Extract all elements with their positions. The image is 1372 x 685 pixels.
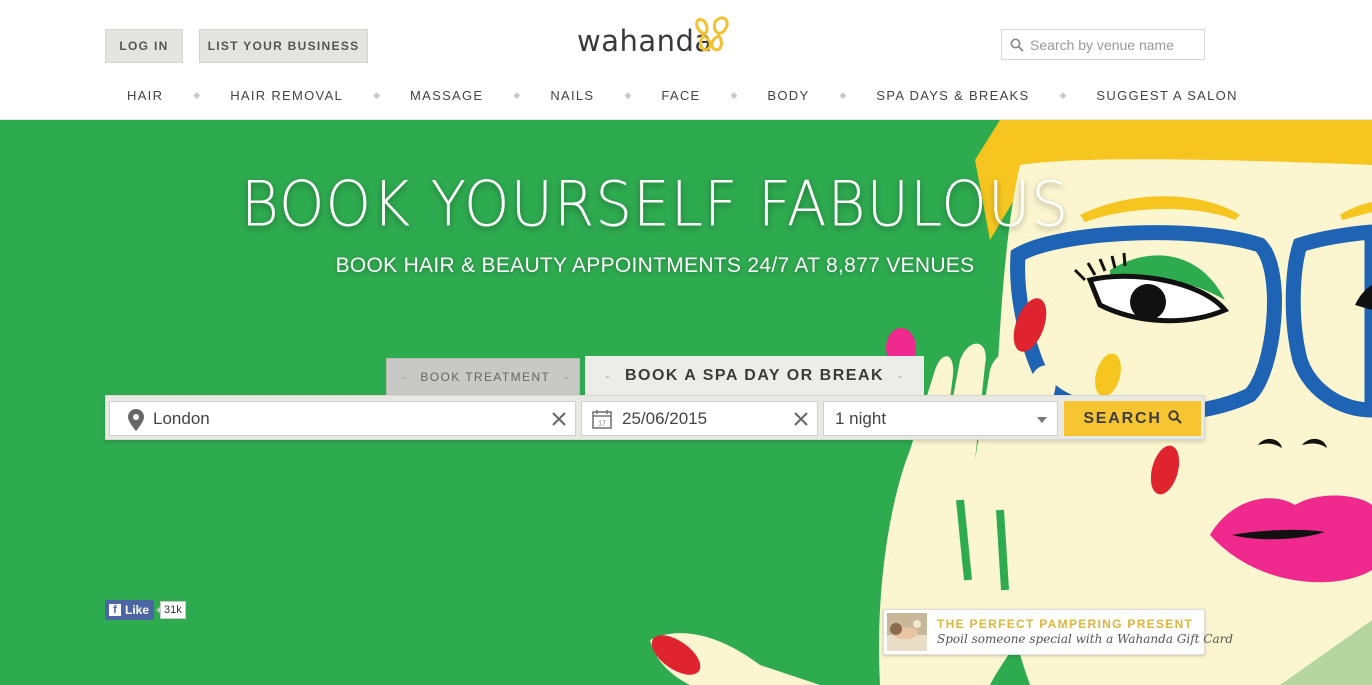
nav-separator: ◆ <box>1059 89 1067 100</box>
facebook-like-count: 31k <box>156 601 186 619</box>
search-icon <box>1010 38 1024 52</box>
spa-thumbnail-image <box>887 613 927 651</box>
nav-separator: ◆ <box>730 89 738 100</box>
nav-item-suggest-salon[interactable]: SUGGEST A SALON <box>1096 88 1237 103</box>
nav-item-spa-days-breaks[interactable]: SPA DAYS & BREAKS <box>876 88 1029 103</box>
gift-card-promo[interactable]: THE PERFECT PAMPERING PRESENT Spoil some… <box>883 609 1233 655</box>
main-nav: HAIR ◆ HAIR REMOVAL ◆ MASSAGE ◆ NAILS ◆ … <box>105 82 1236 108</box>
hero-headline: BOOK YOURSELF FABULOUS <box>240 167 1070 241</box>
nav-item-face[interactable]: FACE <box>661 88 700 103</box>
nav-item-body[interactable]: BODY <box>767 88 809 103</box>
nav-separator: ◆ <box>839 89 847 100</box>
tab-dash: - <box>401 370 407 384</box>
tab-dash: - <box>605 369 611 383</box>
close-icon[interactable] <box>794 412 808 426</box>
map-pin-icon <box>128 409 144 431</box>
tab-dash: - <box>564 370 570 384</box>
site-header: LOG IN LIST YOUR BUSINESS wahanda HAIR ◆… <box>0 0 1372 120</box>
calendar-icon: 17 <box>592 410 612 429</box>
facebook-like-label: Like <box>125 603 150 617</box>
search-button-label: SEARCH <box>1083 410 1162 427</box>
list-business-button[interactable]: LIST YOUR BUSINESS <box>199 29 368 63</box>
location-value: London <box>153 409 210 428</box>
close-icon[interactable] <box>552 412 566 426</box>
venue-search-input[interactable] <box>1030 30 1200 59</box>
facebook-like-button[interactable]: f Like <box>105 600 155 620</box>
hero-subheadline: BOOK HAIR & BEAUTY APPOINTMENTS 24/7 AT … <box>335 254 975 277</box>
location-field[interactable]: London <box>109 401 576 436</box>
nights-value: 1 night <box>835 409 887 428</box>
search-button[interactable]: SEARCH <box>1064 401 1201 436</box>
tab-label: BOOK A SPA DAY OR BREAK <box>624 367 885 384</box>
nav-separator: ◆ <box>513 89 521 100</box>
tab-book-treatment[interactable]: - BOOK TREATMENT - <box>386 358 580 396</box>
chevron-down-icon <box>1037 417 1047 423</box>
nav-item-nails[interactable]: NAILS <box>550 88 594 103</box>
facebook-like-widget: f Like 31k <box>105 600 186 620</box>
gift-card-title: THE PERFECT PAMPERING PRESENT <box>937 617 1194 631</box>
tab-book-spa-day[interactable]: - BOOK A SPA DAY OR BREAK - <box>585 356 924 396</box>
butterfly-logo-icon <box>695 16 729 52</box>
nights-select[interactable]: 1 night <box>823 401 1058 436</box>
facebook-icon: f <box>109 604 121 616</box>
hero-banner: BOOK YOURSELF FABULOUS BOOK HAIR & BEAUT… <box>0 120 1372 685</box>
nav-separator: ◆ <box>193 89 201 100</box>
nav-separator: ◆ <box>624 89 632 100</box>
nav-item-hair-removal[interactable]: HAIR REMOVAL <box>230 88 343 103</box>
wahanda-logo[interactable]: wahanda <box>577 12 737 60</box>
date-field[interactable]: 17 25/06/2015 <box>581 401 818 436</box>
nav-separator: ◆ <box>373 89 380 100</box>
nav-item-massage[interactable]: MASSAGE <box>410 88 483 103</box>
tab-dash: - <box>898 369 904 383</box>
nav-item-hair[interactable]: HAIR <box>127 88 163 103</box>
booking-search-bar: London 17 25/06/2015 1 night SEARCH <box>105 395 1205 440</box>
login-button[interactable]: LOG IN <box>105 29 183 63</box>
date-value: 25/06/2015 <box>622 409 708 428</box>
search-icon <box>1167 410 1182 424</box>
calendar-day: 17 <box>598 421 606 428</box>
venue-search-box[interactable] <box>1001 29 1205 60</box>
gift-card-subtitle: Spoil someone special with a Wahanda Gif… <box>937 632 1234 646</box>
tab-label: BOOK TREATMENT <box>420 370 551 384</box>
